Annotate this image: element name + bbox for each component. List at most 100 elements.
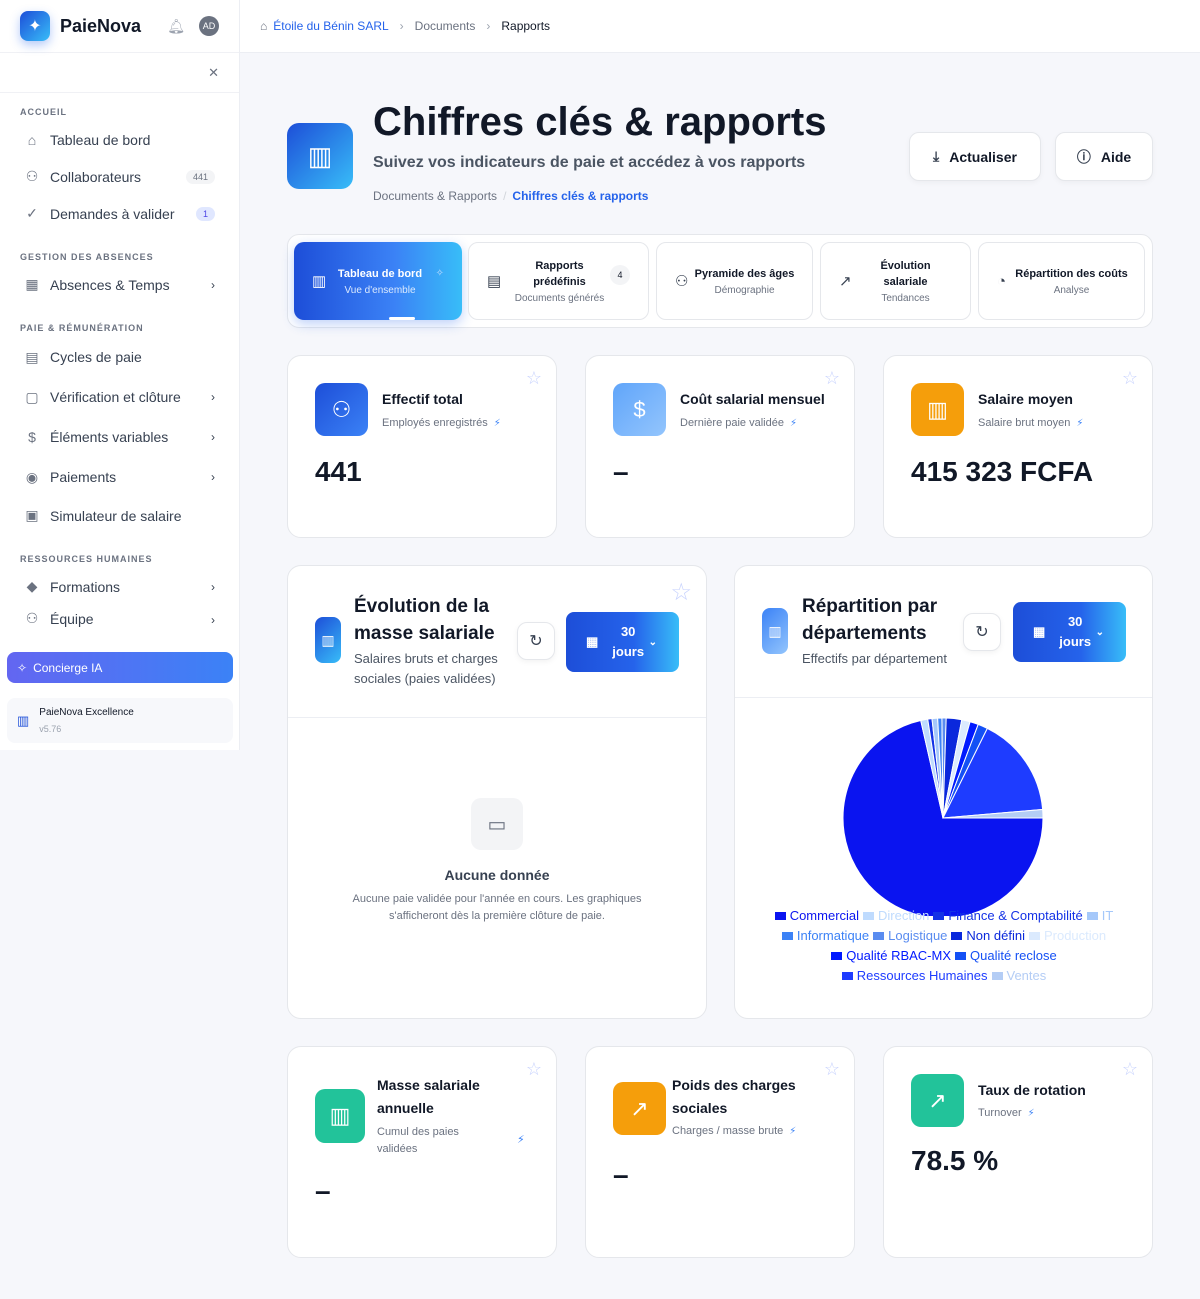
tab-pyramide[interactable]: ⚇ Pyramide des âges Démographie [656, 242, 813, 320]
legend-item[interactable]: Logistique [873, 926, 947, 946]
sidebar-item-formations[interactable]: ◆ Formations › [0, 568, 239, 605]
legend-swatch [955, 952, 967, 960]
tab-repartition[interactable]: ◔ Répartition des coûts Analyse [978, 242, 1145, 320]
refresh-chart-button[interactable]: ↻ [963, 613, 1001, 651]
help-button[interactable]: ⓘ Aide [1055, 132, 1153, 181]
period-select[interactable]: ▦ 30 jours ⌄ [566, 612, 679, 672]
legend-swatch [951, 932, 963, 940]
tab-tableau-de-bord[interactable]: ▥ Tableau de bord Vue d'ensemble ✧ [294, 242, 462, 320]
kpi-sub: Employés enregistrés ⚡︎ [382, 417, 501, 429]
legend-label: Qualité RBAC-MX [846, 948, 952, 963]
sidebar-item-demandes[interactable]: ✓ Demandes à valider 1 [0, 195, 239, 232]
version-name: PaieNova Excellence [39, 707, 134, 718]
legend-label: Qualité reclose [970, 948, 1057, 963]
tab-label: Répartition des coûts [1015, 268, 1128, 280]
legend-item[interactable]: Qualité reclose [955, 946, 1057, 966]
bolt-icon: ⚡︎ [1027, 1108, 1035, 1119]
page-title: Chiffres clés & rapports [373, 100, 827, 144]
sidebar-item-verification[interactable]: ▢ Vérification et clôture › [0, 377, 239, 417]
department-distribution-panel: ▥ Répartition par départements Effectifs… [734, 565, 1153, 1019]
concierge-ia-button[interactable]: ✧ Concierge IA [7, 652, 233, 683]
tab-evolution[interactable]: ↗ Évolution salariale Tendances [820, 242, 971, 320]
kpi-title-line: Poids des charges [672, 1077, 796, 1093]
refresh-label: Actualiser [949, 148, 1017, 165]
bell-icon[interactable]: 🔔︎ [167, 18, 185, 35]
panel-title-line: départements [802, 623, 927, 644]
sidebar-item-collaborateurs[interactable]: ⚇ Collaborateurs 441 [0, 158, 239, 195]
bar-chart-icon: ▥ [312, 273, 327, 290]
inbox-icon: ▭ [471, 798, 523, 850]
nav-section-absences: GESTION DES ABSENCES [20, 252, 154, 262]
sidebar-item-simulateur[interactable]: ▣ Simulateur de salaire [0, 497, 239, 534]
legend-item[interactable]: Ressources Humaines [841, 966, 988, 986]
legend-item[interactable]: Production [1028, 926, 1106, 946]
user-plus-icon: ⚇ [25, 610, 39, 626]
bolt-icon: ⚡︎ [789, 1126, 797, 1137]
divider [735, 697, 1152, 698]
sidebar-item-paiements[interactable]: ◉ Paiements › [0, 457, 239, 497]
help-circle-icon: ⓘ [1076, 148, 1091, 165]
panel-sub: Effectifs par département [802, 651, 948, 666]
file-check-icon: ▢ [25, 388, 39, 405]
legend-item[interactable]: IT [1086, 906, 1114, 926]
legend-item[interactable]: Qualité RBAC-MX [831, 946, 951, 966]
concierge-label: Concierge IA [33, 660, 103, 675]
star-icon: ☆ [525, 368, 542, 388]
home-icon[interactable]: ⌂ [260, 19, 267, 33]
sidebar-item-equipe[interactable]: ⚇ Équipe › [0, 605, 239, 627]
chevron-right-icon: › [211, 430, 215, 444]
sidebar-item-label: Absences & Temps [50, 276, 170, 293]
refresh-chart-button[interactable]: ↻ [517, 622, 555, 660]
app-logo-icon[interactable]: ✦ [20, 11, 50, 41]
star-icon: ☆ [823, 368, 840, 388]
unpin-sidebar-button[interactable]: ✕ [0, 53, 239, 93]
kpi-title: Salaire moyen [978, 391, 1073, 407]
empty-text: Aucune paie validée pour l'année en cour… [352, 893, 642, 922]
refresh-icon: ↻ [975, 624, 989, 641]
dollar-icon: $ [28, 429, 36, 445]
panel-title-line: Évolution de la [354, 596, 490, 617]
legend-item[interactable]: Commercial [774, 906, 859, 926]
chart-legend: Commercial Direction Finance & Comptabilit… [755, 906, 1133, 986]
legend-item[interactable]: Ventes [991, 966, 1046, 986]
app-name: PaieNova [60, 15, 142, 36]
kpi-sub: Charges / masse brute ⚡︎ [672, 1125, 796, 1137]
star-icon: ☆ [1121, 368, 1138, 388]
breadcrumb-section[interactable]: Documents [415, 19, 476, 33]
legend-item[interactable]: Direction [863, 906, 929, 926]
crumb-parent[interactable]: Documents & Rapports [373, 189, 497, 203]
legend-label: Direction [878, 908, 930, 923]
star-icon: ☆ [670, 579, 692, 606]
sidebar-item-elements[interactable]: $ Éléments variables › [0, 417, 239, 457]
sidebar-item-label: Collaborateurs [50, 168, 142, 185]
legend-swatch [831, 952, 843, 960]
period-select[interactable]: ▦ 30 jours ⌄ [1013, 602, 1126, 662]
legend-item[interactable]: Informatique [781, 926, 869, 946]
kpi-card-cout: $ Coût salarial mensuel Dernière paie va… [585, 355, 855, 538]
period-label: 30 jours [1059, 612, 1091, 652]
kpi-title: Effectif total [382, 391, 463, 407]
sidebar-item-tableau-de-bord[interactable]: ⌂ Tableau de bord [0, 121, 239, 158]
panel-title: Évolution de la masse salariale [354, 593, 495, 647]
tab-label: Pyramide des âges [694, 268, 795, 280]
tab-rapports-predefinis[interactable]: ▤ Rapports prédéfinis Documents générés 4 [468, 242, 649, 320]
avatar[interactable]: AD [199, 16, 219, 36]
kpi-sub: Dernière paie validée ⚡︎ [680, 417, 797, 429]
breadcrumb-company[interactable]: Étoile du Bénin SARL [273, 19, 388, 33]
refresh-button[interactable]: ⤓ Actualiser [909, 132, 1041, 181]
legend-item[interactable]: Non défini [951, 926, 1025, 946]
briefcase-icon: ▥ [911, 383, 964, 436]
kpi-title: Coût salarial mensuel [680, 391, 825, 407]
sidebar-item-cycles[interactable]: ▤ Cycles de paie [0, 337, 239, 377]
tab-sub: Tendances [881, 293, 930, 304]
legend-label: IT [1101, 908, 1114, 923]
kpi-title: Masse salariale annuelle [377, 1074, 480, 1120]
sidebar-item-absences[interactable]: ▦ Absences & Temps › [0, 266, 239, 303]
legend-label: Logistique [888, 928, 948, 943]
breadcrumb-page: Rapports [501, 19, 551, 33]
legend-swatch [781, 932, 793, 940]
legend-item[interactable]: Finance & Comptabilité [933, 906, 1083, 926]
sidebar-item-label: Vérification et clôture [50, 389, 181, 405]
kpi-title-line: Masse salariale [377, 1077, 480, 1093]
chevron-down-icon: ⌄ [648, 636, 657, 648]
